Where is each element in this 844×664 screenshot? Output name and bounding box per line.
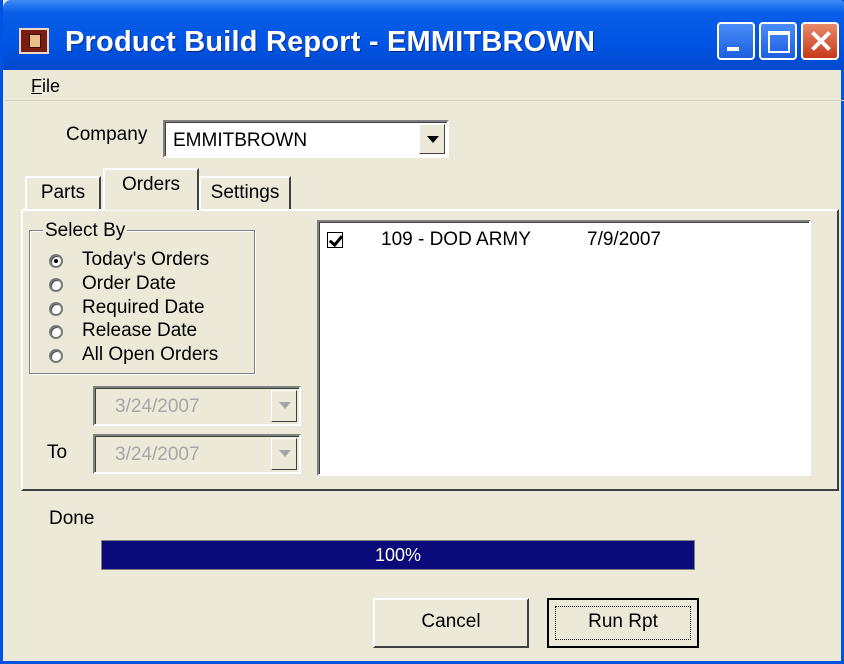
to-date-select[interactable]: 3/24/2007 — [93, 434, 301, 474]
radio-label: Release Date — [82, 320, 198, 341]
tab-orders[interactable]: Orders — [103, 168, 199, 210]
radio-button[interactable] — [49, 278, 63, 292]
title-bar[interactable]: Product Build Report - EMMITBROWN — [3, 0, 844, 70]
chevron-down-icon[interactable] — [271, 390, 297, 422]
menu-file-label: ile — [42, 76, 61, 96]
tab-orders-label: Orders — [121, 174, 181, 195]
select-by-title: Select By — [43, 220, 128, 242]
run-report-button[interactable]: Run Rpt — [547, 598, 699, 648]
maximize-button[interactable] — [759, 22, 797, 60]
status-text: Done — [49, 508, 95, 529]
menu-file[interactable]: File — [31, 76, 60, 97]
tab-parts-label: Parts — [40, 182, 86, 203]
orders-list[interactable]: 109 - DOD ARMY 7/9/2007 — [317, 220, 811, 476]
radio-label: Order Date — [82, 273, 176, 294]
tab-settings-label: Settings — [210, 182, 280, 203]
cancel-button-label: Cancel — [421, 611, 481, 632]
menu-bar: File — [6, 70, 844, 101]
report-window: Product Build Report - EMMITBROWN File C… — [0, 0, 844, 664]
order-date: 7/9/2007 — [587, 229, 661, 250]
progress-bar: 100% — [101, 540, 695, 570]
list-item[interactable]: 109 - DOD ARMY 7/9/2007 — [325, 229, 795, 254]
order-name: 109 - DOD ARMY — [381, 229, 531, 250]
radio-button[interactable] — [49, 349, 63, 363]
company-select-value: EMMITBROWN — [173, 130, 308, 151]
radio-button[interactable] — [49, 302, 63, 316]
radio-label: All Open Orders — [82, 344, 219, 365]
cancel-button[interactable]: Cancel — [373, 598, 529, 648]
order-checkbox[interactable] — [327, 231, 344, 248]
to-label: To — [47, 442, 68, 463]
radio-label: Today's Orders — [82, 249, 210, 270]
progress-label: 100% — [374, 545, 422, 565]
radio-button[interactable] — [49, 325, 63, 339]
from-date-select[interactable]: 3/24/2007 — [93, 386, 301, 426]
tab-settings[interactable]: Settings — [199, 176, 291, 210]
to-date-value: 3/24/2007 — [115, 444, 200, 465]
minimize-button[interactable] — [717, 22, 755, 60]
app-icon[interactable] — [19, 28, 49, 54]
company-label: Company — [66, 124, 148, 145]
checkmark-icon — [328, 231, 344, 248]
radio-button-checked[interactable] — [49, 254, 63, 268]
menu-file-mnemonic: F — [31, 76, 42, 96]
window-title: Product Build Report - EMMITBROWN — [65, 26, 596, 58]
radio-label: Required Date — [82, 297, 205, 318]
company-select[interactable]: EMMITBROWN — [163, 120, 449, 158]
from-date-value: 3/24/2007 — [115, 396, 200, 417]
tab-parts[interactable]: Parts — [25, 176, 101, 210]
close-button[interactable] — [801, 22, 839, 60]
chevron-down-icon[interactable] — [419, 124, 445, 154]
chevron-down-icon[interactable] — [271, 438, 297, 470]
focus-rectangle — [555, 606, 691, 640]
